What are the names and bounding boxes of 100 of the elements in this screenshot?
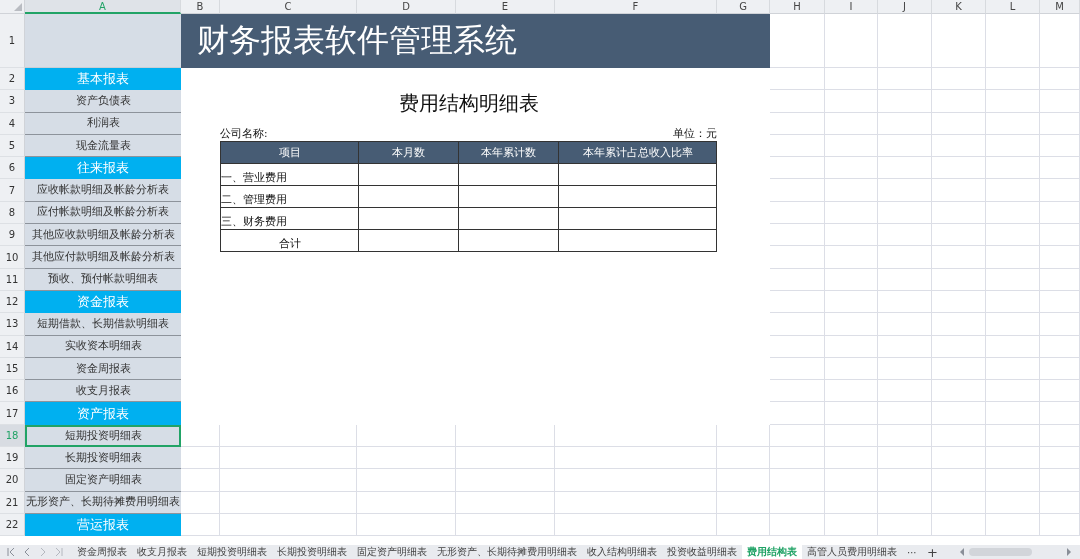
- column-header[interactable]: H: [770, 0, 825, 14]
- empty-cell: [825, 179, 878, 202]
- sheet-link[interactable]: 应收帐款明细及帐龄分析表: [25, 179, 181, 202]
- row-header[interactable]: 19: [0, 447, 25, 470]
- sheet-link[interactable]: 短期投资明细表: [25, 424, 181, 448]
- sheet-tab[interactable]: 固定资产明细表: [352, 545, 432, 559]
- empty-cell: [986, 357, 1040, 381]
- sheet-tab[interactable]: 投资收益明细表: [662, 545, 742, 559]
- last-sheet-icon[interactable]: [54, 547, 64, 557]
- row-header[interactable]: 8: [0, 201, 25, 225]
- sheet-tab[interactable]: 高管人员费用明细表: [802, 545, 902, 559]
- row-header[interactable]: 10: [0, 246, 25, 269]
- section-heading: 基本报表: [25, 68, 181, 91]
- empty-cell: [878, 424, 932, 448]
- row-header[interactable]: 13: [0, 313, 25, 336]
- empty-cell: [1040, 469, 1080, 492]
- sheet-link[interactable]: 现金流量表: [25, 134, 181, 158]
- row-header[interactable]: 2: [0, 68, 25, 91]
- empty-cell: [1040, 357, 1080, 381]
- empty-cell: [717, 491, 770, 514]
- empty-cell: [770, 513, 825, 537]
- next-sheet-icon[interactable]: [38, 547, 48, 557]
- empty-cell: [932, 246, 986, 269]
- sheet-link[interactable]: 无形资产、长期待摊费用明细表: [25, 491, 181, 514]
- row-header[interactable]: 6: [0, 157, 25, 180]
- empty-cell: [1040, 112, 1080, 135]
- sheet-link[interactable]: 其他应付款明细及帐龄分析表: [25, 246, 181, 269]
- row-header[interactable]: 4: [0, 112, 25, 135]
- sheet-link[interactable]: 资产负债表: [25, 90, 181, 113]
- section-heading: 资产报表: [25, 402, 181, 425]
- column-header[interactable]: G: [717, 0, 770, 14]
- previous-sheet-icon[interactable]: [22, 547, 32, 557]
- row-header[interactable]: 21: [0, 491, 25, 514]
- table-header-cell: 本年累计数: [458, 141, 559, 164]
- empty-cell: [878, 290, 932, 314]
- column-header[interactable]: F: [555, 0, 717, 14]
- empty-cell: [986, 157, 1040, 180]
- empty-cell: [986, 112, 1040, 135]
- empty-cell: [986, 14, 1040, 68]
- empty-cell: [878, 134, 932, 158]
- first-sheet-icon[interactable]: [6, 547, 16, 557]
- empty-cell: [1040, 402, 1080, 425]
- sheet-link[interactable]: 短期借款、长期借款明细表: [25, 313, 181, 336]
- row-header[interactable]: 12: [0, 290, 25, 314]
- column-header[interactable]: I: [825, 0, 878, 14]
- more-tabs-button[interactable]: ⋯: [902, 546, 922, 558]
- empty-cell: [986, 424, 1040, 448]
- sheet-link[interactable]: 资金周报表: [25, 357, 181, 381]
- empty-cell: [986, 246, 1040, 269]
- sheet-tab[interactable]: 短期投资明细表: [192, 545, 272, 559]
- empty-cell: [932, 513, 986, 537]
- app-title: 财务报表软件管理系统: [181, 14, 770, 68]
- row-header[interactable]: 17: [0, 402, 25, 425]
- column-header[interactable]: B: [181, 0, 220, 14]
- sheet-link[interactable]: 固定资产明细表: [25, 469, 181, 492]
- sheet-tab[interactable]: 无形资产、长期待摊费用明细表: [432, 545, 582, 559]
- column-header[interactable]: M: [1040, 0, 1080, 14]
- row-header[interactable]: 14: [0, 335, 25, 358]
- column-header[interactable]: D: [357, 0, 456, 14]
- column-header[interactable]: C: [220, 0, 357, 14]
- scroll-left-icon[interactable]: [958, 548, 965, 556]
- sheet-tab[interactable]: 收入结构明细表: [582, 545, 662, 559]
- empty-cell: [825, 335, 878, 358]
- row-header[interactable]: 1: [0, 14, 25, 68]
- empty-cell: [986, 201, 1040, 225]
- empty-cell: [878, 201, 932, 225]
- scroll-right-icon[interactable]: [1066, 548, 1072, 556]
- column-header[interactable]: K: [932, 0, 986, 14]
- add-sheet-button[interactable]: +: [922, 544, 943, 559]
- row-header[interactable]: 5: [0, 134, 25, 158]
- row-header[interactable]: 9: [0, 224, 25, 247]
- sheet-tab[interactable]: 长期投资明细表: [272, 545, 352, 559]
- column-header[interactable]: E: [456, 0, 555, 14]
- row-header[interactable]: 15: [0, 357, 25, 381]
- sheet-link[interactable]: 其他应收款明细及帐龄分析表: [25, 224, 181, 247]
- sheet-link[interactable]: 预收、预付帐款明细表: [25, 268, 181, 291]
- row-header[interactable]: 3: [0, 90, 25, 113]
- column-header[interactable]: J: [878, 0, 932, 14]
- row-header[interactable]: 22: [0, 513, 25, 537]
- row-header[interactable]: 7: [0, 179, 25, 202]
- empty-cell: [878, 14, 932, 68]
- sheet-link[interactable]: 收支月报表: [25, 380, 181, 403]
- sheet-tab[interactable]: 收支月报表: [132, 545, 192, 559]
- select-all-icon[interactable]: [14, 3, 22, 11]
- empty-cell: [932, 380, 986, 403]
- unit-label: 单位：元: [673, 127, 717, 141]
- sheet-link[interactable]: 应付帐款明细及帐龄分析表: [25, 201, 181, 225]
- empty-cell: [717, 469, 770, 492]
- sheet-link[interactable]: 实收资本明细表: [25, 335, 181, 358]
- sheet-link[interactable]: 利润表: [25, 112, 181, 135]
- row-header[interactable]: 16: [0, 380, 25, 403]
- column-header[interactable]: L: [986, 0, 1040, 14]
- section-heading: 资金报表: [25, 290, 181, 314]
- sheet-tab[interactable]: 资金周报表: [72, 545, 132, 559]
- empty-cell: [825, 313, 878, 336]
- row-header[interactable]: 11: [0, 268, 25, 291]
- row-header[interactable]: 20: [0, 469, 25, 492]
- empty-cell: [1040, 134, 1080, 158]
- empty-cell: [1040, 491, 1080, 514]
- sheet-link[interactable]: 长期投资明细表: [25, 447, 181, 470]
